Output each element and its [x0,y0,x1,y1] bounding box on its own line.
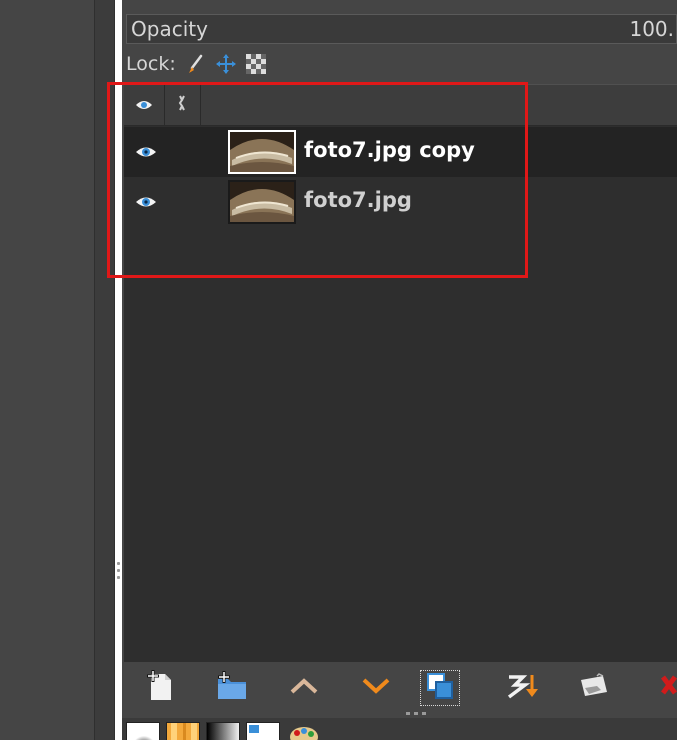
chain-column-header[interactable] [164,85,201,125]
opacity-value: 100. [629,17,674,41]
toolbar-grip[interactable] [406,712,430,716]
anchor-layer-icon [577,672,611,704]
pattern-tab[interactable] [166,722,200,740]
dock-separator[interactable] [94,0,115,740]
layers-list[interactable]: foto7.jpg copy foto7.jpg [124,84,677,663]
visibility-column-header[interactable] [124,85,165,125]
brush-tab[interactable] [126,722,160,740]
eye-icon [135,96,153,115]
wood-pattern-icon [167,723,199,740]
dock-tab-strip [122,718,677,740]
layers-list-header [124,85,677,126]
chain-link-icon [177,95,187,115]
alpha-checker-icon[interactable] [244,52,268,76]
eye-icon[interactable] [132,190,160,214]
anchor-layer-button[interactable] [574,670,614,706]
duplicate-layer-button[interactable] [420,670,460,706]
gradient-tab[interactable] [206,722,240,740]
palette-icon [290,727,318,740]
layer-name[interactable]: foto7.jpg copy [304,138,475,162]
layer-thumbnail[interactable] [228,130,296,174]
delete-layer-button[interactable] [644,670,677,706]
layers-toolbar [124,662,677,712]
new-layer-group-icon [215,671,249,705]
move-crosshair-icon[interactable] [214,52,238,76]
lower-layer-icon [361,676,391,700]
opacity-label: Opacity [131,17,208,41]
new-layer-group-button[interactable] [212,670,252,706]
merge-down-button[interactable] [502,670,542,706]
opacity-slider[interactable]: Opacity 100. [126,14,677,44]
gimp-layers-dock: Opacity 100. Lock: foto7.jpg copy foto7.… [0,0,677,740]
duplicate-layer-icon [425,671,455,705]
eye-icon[interactable] [132,140,160,164]
lock-label: Lock: [126,53,176,75]
brush-icon [127,723,159,740]
lower-layer-button[interactable] [356,670,396,706]
delete-layer-icon [649,671,677,705]
gradient-icon [207,723,239,740]
layer-name[interactable]: foto7.jpg [304,188,412,212]
new-layer-icon [145,670,175,706]
new-layer-button[interactable] [140,670,180,706]
raise-layer-button[interactable] [284,670,324,706]
layer-thumbnail[interactable] [228,180,296,224]
paintbrush-icon[interactable] [184,52,208,76]
layer-row[interactable]: foto7.jpg [124,177,677,227]
document-tab[interactable] [246,722,280,740]
lock-row: Lock: [126,50,274,78]
left-dock-area [0,0,94,740]
image-document-icon [247,723,279,740]
merge-down-icon [505,671,539,705]
palette-tab[interactable] [286,722,320,740]
layer-row[interactable]: foto7.jpg copy [124,127,677,177]
raise-layer-icon [289,676,319,700]
resize-grip[interactable] [117,562,120,588]
